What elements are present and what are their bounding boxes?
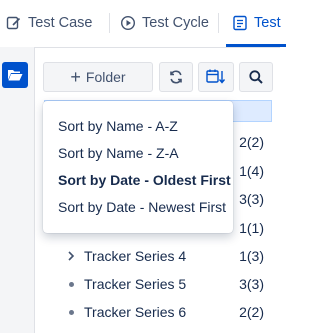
tree-row-count: 1(4) [239, 163, 264, 179]
tree-row[interactable]: Tracker Series 5 3(3) [44, 270, 272, 298]
tab-bar: Test Case Test Cycle Test [0, 0, 286, 48]
tab-test-case[interactable]: Test Case [6, 0, 92, 46]
tree-row-count: 2(2) [239, 134, 264, 150]
bullet-icon [64, 277, 78, 291]
tree-row-count: 1(1) [239, 220, 264, 236]
sort-name-desc-option[interactable]: Sort by Name - Z-A [43, 140, 233, 167]
add-folder-label: Folder [85, 69, 126, 85]
add-folder-button[interactable]: + Folder [43, 62, 153, 92]
tab-test-cycle[interactable]: Test Cycle [120, 0, 209, 46]
bullet-icon [64, 305, 78, 319]
chevron-right-icon[interactable] [64, 249, 78, 263]
tree-row-name: Tracker Series 4 [84, 248, 187, 264]
sort-menu: Sort by Name - A-Z Sort by Name - Z-A So… [43, 101, 233, 233]
sort-name-asc-option[interactable]: Sort by Name - A-Z [43, 113, 233, 140]
plus-icon: + [70, 67, 81, 87]
refresh-button[interactable] [159, 62, 193, 92]
calendar-sort-icon [206, 68, 226, 86]
tab-label: Test Cycle [142, 15, 209, 31]
list-doc-icon [232, 15, 248, 31]
tree-row[interactable]: Tracker Series 6 2(2) [44, 298, 272, 326]
tree-row-count: 3(3) [239, 191, 264, 207]
tree-row-name: Tracker Series 6 [84, 304, 187, 320]
tab-label: Test Case [28, 15, 93, 31]
active-tab-indicator [226, 44, 286, 47]
tree-row-name: Tracker Series 5 [84, 276, 187, 292]
search-icon [248, 69, 264, 85]
tree-row-count: 3(3) [239, 276, 264, 292]
search-button[interactable] [239, 62, 273, 92]
left-rail [0, 47, 35, 333]
tree-row-count: 2(2) [239, 304, 264, 320]
folder-panel-toggle[interactable] [2, 62, 28, 88]
tab-divider [109, 13, 110, 33]
tab-test[interactable]: Test [232, 0, 281, 46]
tree-row[interactable]: Tracker Series 4 1(3) [44, 242, 272, 270]
cycle-icon [120, 15, 136, 31]
tree-row-count: 1(3) [239, 248, 264, 264]
sort-by-date-button[interactable] [198, 62, 234, 92]
refresh-icon [168, 69, 184, 85]
tab-label: Test [254, 15, 281, 31]
edit-icon [6, 15, 22, 31]
sort-date-newest-option[interactable]: Sort by Date - Newest First [43, 194, 233, 221]
folder-open-icon [7, 68, 23, 82]
sort-date-oldest-option[interactable]: Sort by Date - Oldest First [43, 167, 233, 194]
tab-divider [218, 13, 219, 33]
